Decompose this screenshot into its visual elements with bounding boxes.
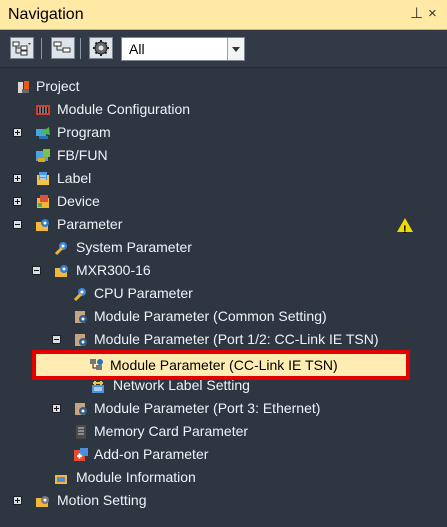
tree-item-system-parameter[interactable]: System Parameter xyxy=(0,236,447,259)
tree-item-label: Module Parameter (Port 3: Ethernet) xyxy=(94,400,321,416)
title-bar[interactable]: Navigation ⊥ × xyxy=(0,0,447,30)
project-tree[interactable]: Project Module Configuration Program FB/… xyxy=(0,68,447,527)
tree-item-module-configuration[interactable]: Module Configuration xyxy=(0,98,447,121)
module-parameter-icon xyxy=(73,332,89,348)
expand-icon[interactable] xyxy=(13,174,22,183)
tree-item-label: Module Parameter (CC-Link IE TSN) xyxy=(110,357,338,373)
tree-item-label: System Parameter xyxy=(76,239,192,255)
filter-dropdown[interactable]: All xyxy=(121,37,245,61)
toggle-view-button[interactable] xyxy=(10,37,34,59)
tree-item-module-parameter-port-3[interactable]: Module Parameter (Port 3: Ethernet) xyxy=(0,397,447,420)
system-parameter-icon xyxy=(54,240,70,256)
tree-item-label: Module Information xyxy=(76,469,196,485)
tree-item-cpu-parameter[interactable]: CPU Parameter xyxy=(0,282,447,305)
tree-item-label: Add-on Parameter xyxy=(94,446,209,462)
expand-icon[interactable] xyxy=(13,128,22,137)
tree-item-label: MXR300-16 xyxy=(76,262,151,278)
tree-item-module-parameter-port-1-2[interactable]: Module Parameter (Port 1/2: CC-Link IE T… xyxy=(0,328,447,351)
toolbar-separator xyxy=(80,38,81,59)
tree-item-label: FB/FUN xyxy=(57,147,108,163)
project-icon xyxy=(16,79,32,95)
device-icon xyxy=(35,194,51,210)
close-icon[interactable]: × xyxy=(428,5,437,23)
module-configuration-icon xyxy=(35,102,51,118)
pin-icon[interactable]: ⊥ xyxy=(410,5,423,23)
tree-item-program[interactable]: Program xyxy=(0,121,447,144)
module-parameter-icon xyxy=(73,401,89,417)
tree-item-add-on-parameter[interactable]: Add-on Parameter xyxy=(0,443,447,466)
tree-item-label: Label xyxy=(57,170,92,186)
tree-item-network-label-setting[interactable]: Network Label Setting xyxy=(0,374,447,397)
add-on-parameter-icon xyxy=(73,447,89,463)
expand-icon[interactable] xyxy=(13,496,22,505)
collapse-tree-button[interactable] xyxy=(51,37,75,59)
tree-item-label: Module Parameter (Common Setting) xyxy=(94,308,327,324)
cpu-parameter-icon xyxy=(73,286,89,302)
tree-item-label: Parameter xyxy=(57,216,123,232)
tree-item-project[interactable]: Project xyxy=(0,75,447,98)
tree-item-module-information[interactable]: Module Information xyxy=(0,466,447,489)
expand-icon[interactable] xyxy=(52,404,61,413)
label-icon xyxy=(35,171,51,187)
network-label-icon xyxy=(90,378,106,394)
tree-item-label: Memory Card Parameter xyxy=(94,423,249,439)
memory-card-icon xyxy=(73,424,89,440)
collapse-icon[interactable] xyxy=(52,335,61,344)
settings-button[interactable] xyxy=(89,37,113,59)
navigation-toolbar: All xyxy=(0,30,447,68)
tree-item-parameter[interactable]: Parameter xyxy=(0,213,447,242)
tree-item-label: Module Parameter (Port 1/2: CC-Link IE T… xyxy=(94,331,379,347)
module-parameter-icon xyxy=(73,309,89,325)
chevron-down-icon[interactable] xyxy=(227,38,244,60)
filter-selected-value: All xyxy=(129,41,145,57)
module-icon xyxy=(54,263,70,279)
tree-item-label: Project xyxy=(36,78,80,94)
navigation-window: Navigation ⊥ × All Project Module Config… xyxy=(0,0,447,527)
tree-item-label: Module Configuration xyxy=(57,101,191,117)
expand-icon[interactable] xyxy=(13,197,22,206)
motion-setting-icon xyxy=(35,493,51,509)
tree-item-label: Motion Setting xyxy=(57,492,147,508)
network-parameter-icon xyxy=(88,357,104,373)
tree-item-motion-setting[interactable]: Motion Setting xyxy=(0,489,447,512)
collapse-icon[interactable] xyxy=(13,220,22,229)
tree-item-device[interactable]: Device xyxy=(0,190,447,213)
tree-item-label: Program xyxy=(57,124,111,140)
tree-item-module-parameter-common[interactable]: Module Parameter (Common Setting) xyxy=(0,305,447,328)
gear-icon xyxy=(93,40,109,56)
tree-item-memory-card-parameter[interactable]: Memory Card Parameter xyxy=(0,420,447,443)
panel-title: Navigation xyxy=(8,6,84,23)
tree-item-label: Device xyxy=(57,193,100,209)
warning-icon xyxy=(397,218,413,242)
tree-item-label-folder[interactable]: Label xyxy=(0,167,447,190)
program-icon xyxy=(35,125,51,141)
parameter-icon xyxy=(35,217,51,233)
tree-item-fb-fun[interactable]: FB/FUN xyxy=(0,144,447,167)
tree-expand-icon xyxy=(12,41,31,56)
toolbar-separator xyxy=(41,38,42,59)
collapse-icon[interactable] xyxy=(32,266,41,275)
tree-item-label: Network Label Setting xyxy=(113,377,250,393)
tree-item-label: CPU Parameter xyxy=(94,285,193,301)
tree-item-module-parameter-cc-link-ie-tsn[interactable]: Module Parameter (CC-Link IE TSN) xyxy=(32,350,410,380)
fb-fun-icon xyxy=(35,148,51,164)
tree-item-mxr300-16[interactable]: MXR300-16 xyxy=(0,259,447,282)
module-information-icon xyxy=(54,470,70,486)
tree-collapse-icon xyxy=(53,41,71,53)
